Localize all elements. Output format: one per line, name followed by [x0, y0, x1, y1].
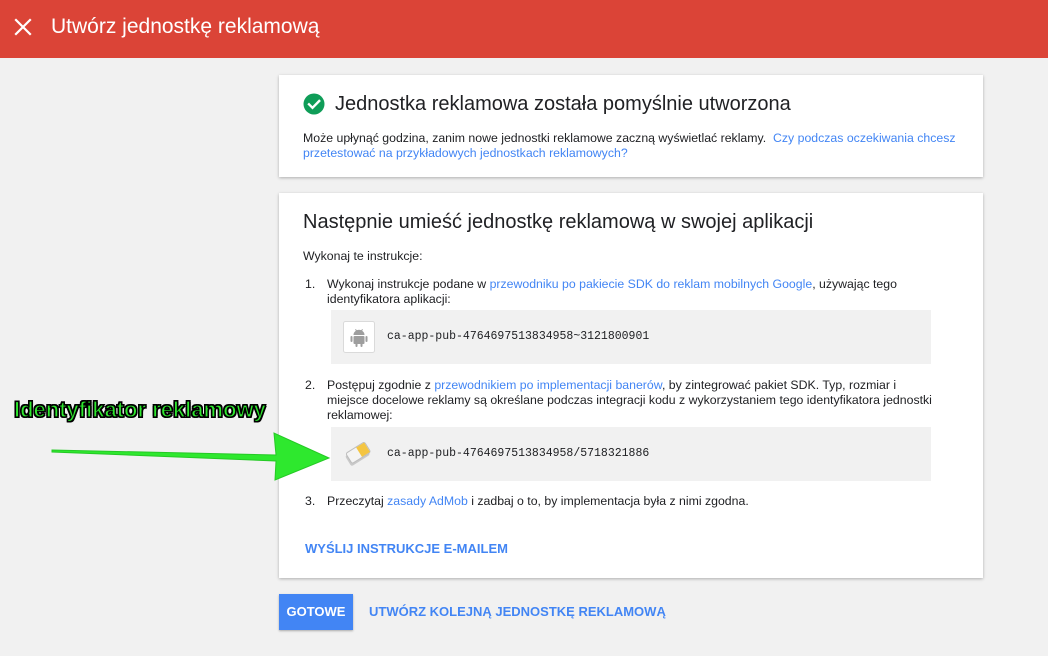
- step-text-after: i zadbaj o to, by implementacja była z n…: [467, 494, 749, 508]
- android-icon: [343, 321, 375, 353]
- annotation-arrow-icon: [51, 432, 331, 481]
- check-circle-icon: [303, 93, 325, 115]
- success-title: Jednostka reklamowa została pomyślnie ut…: [335, 93, 791, 115]
- banner-ad-icon: [343, 438, 375, 470]
- step-text-before: Wykonaj instrukcje podane w: [327, 277, 490, 291]
- ad-unit-id-box: ca-app-pub-4764697513834958/5718321886: [331, 427, 931, 481]
- page-title: Utwórz jednostkę reklamową: [51, 15, 320, 38]
- email-instructions-button[interactable]: WYŚLIJ INSTRUKCJE E-MAILEM: [305, 541, 508, 557]
- step-number: 3.: [305, 494, 316, 508]
- success-message-text: Może upłynąć godzina, zanim nowe jednost…: [303, 131, 767, 145]
- step-number: 1.: [305, 277, 316, 291]
- annotation-label: Identyfikator reklamowy: [13, 397, 266, 422]
- create-another-button[interactable]: UTWÓRZ KOLEJNĄ JEDNOSTKĘ REKLAMOWĄ: [369, 604, 666, 620]
- step-number: 2.: [305, 378, 316, 392]
- step-3-text: Przeczytaj zasady AdMob i zadbaj o to, b…: [327, 494, 937, 509]
- step-text-before: Postępuj zgodnie z: [327, 378, 435, 392]
- step-1-text: Wykonaj instrukcje podane w przewodniku …: [327, 277, 937, 307]
- banner-guide-link[interactable]: przewodnikiem po implementacji banerów: [434, 378, 662, 392]
- placement-card: Następnie umieść jednostkę reklamową w s…: [279, 193, 983, 578]
- placement-title: Następnie umieść jednostkę reklamową w s…: [303, 211, 814, 233]
- instructions-intro: Wykonaj te instrukcje:: [303, 249, 423, 263]
- ad-unit-id-value[interactable]: ca-app-pub-4764697513834958/5718321886: [387, 447, 649, 461]
- top-app-bar: Utwórz jednostkę reklamową: [0, 0, 1048, 58]
- admob-policy-link[interactable]: zasady AdMob: [387, 494, 468, 508]
- done-button[interactable]: GOTOWE: [279, 594, 353, 630]
- app-id-value[interactable]: ca-app-pub-4764697513834958~3121800901: [387, 330, 649, 344]
- sdk-guide-link[interactable]: przewodniku po pakiecie SDK do reklam mo…: [490, 277, 813, 291]
- success-message: Może upłynąć godzina, zanim nowe jednost…: [303, 131, 959, 161]
- app-id-box: ca-app-pub-4764697513834958~3121800901: [331, 310, 931, 364]
- step-2-text: Postępuj zgodnie z przewodnikiem po impl…: [327, 378, 937, 423]
- step-text-before: Przeczytaj: [327, 494, 388, 508]
- close-icon[interactable]: [13, 17, 33, 37]
- success-card: Jednostka reklamowa została pomyślnie ut…: [279, 75, 983, 177]
